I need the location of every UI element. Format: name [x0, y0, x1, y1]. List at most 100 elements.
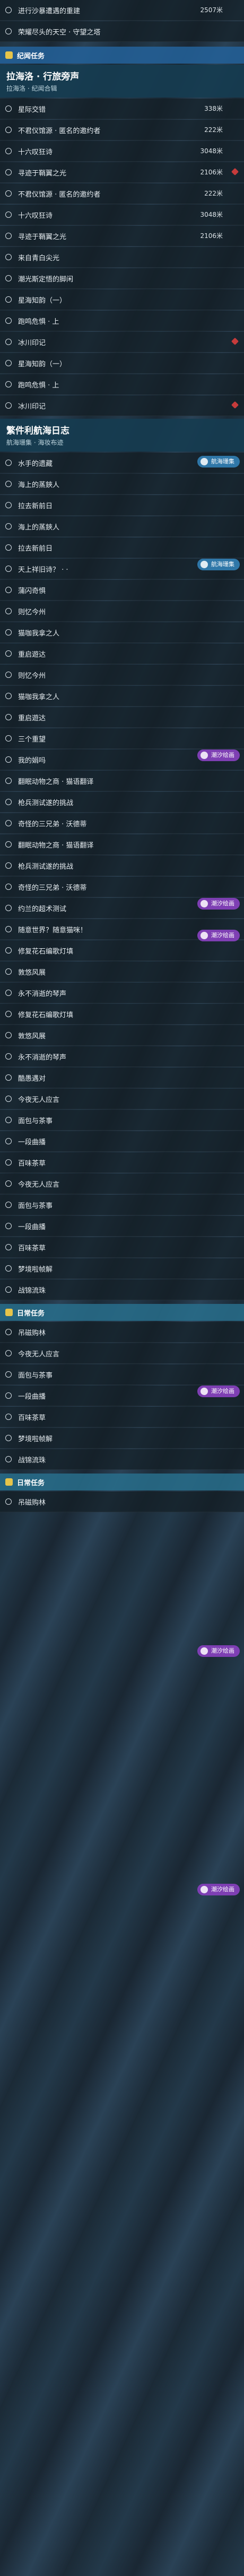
quest-row[interactable]: 修复花石编歌灯填	[0, 940, 244, 961]
quest-name: 星际交错	[18, 106, 46, 114]
quest-row[interactable]: 永不消逝的琴声	[0, 1046, 244, 1067]
quest-status-circle-icon	[5, 233, 12, 239]
quest-row[interactable]: 则忆今州	[0, 665, 244, 685]
quest-row[interactable]: 翻眠动物之商 · 猫语翻译	[0, 834, 244, 855]
quest-row[interactable]: 十六叹狂诗 3048米	[0, 205, 244, 225]
quest-status-circle-icon	[5, 1265, 12, 1272]
quest-status-circle-icon	[5, 1456, 12, 1462]
quest-row[interactable]: 冰川印记	[0, 395, 244, 416]
quest-row[interactable]: 敦悠风展	[0, 1025, 244, 1046]
quest-row[interactable]: 十六叹狂诗 3048米	[0, 141, 244, 162]
quest-row[interactable]: 一段曲播	[0, 1131, 244, 1152]
quest-name: 枪兵测试遂的挑战	[18, 799, 74, 807]
quest-row[interactable]: 永不消逝的琴声	[0, 983, 244, 1003]
quest-row[interactable]: 今夜无人应言	[0, 1089, 244, 1109]
tide-badge: 潮汐绘画	[197, 1645, 240, 1657]
quest-row[interactable]: 吊磁购林	[0, 1322, 244, 1343]
quest-row[interactable]: 梦境啦帧解	[0, 1428, 244, 1449]
quest-row[interactable]: 海上的蒸鋏人	[0, 516, 244, 537]
quest-row[interactable]: 一段曲播	[0, 1216, 244, 1237]
quest-name: 百味茶草	[18, 1245, 46, 1252]
quest-chain-header[interactable]: 繁件利航海日志 航海珊集 · 海妆布迹	[0, 419, 244, 452]
quest-row[interactable]: 翻眠动物之商 · 猫语翻译	[0, 771, 244, 791]
quest-row[interactable]: 海上的蒸鋏人	[0, 474, 244, 495]
quest-section-header[interactable]: 日常任务	[0, 1304, 244, 1321]
quest-status-circle-icon	[5, 481, 12, 487]
quest-row[interactable]: 修复花石编歌灯填	[0, 1004, 244, 1025]
quest-row[interactable]: 奇怪的三兄弟 · 沃德蒂	[0, 813, 244, 834]
quest-row[interactable]: 百味茶草	[0, 1407, 244, 1427]
quest-row[interactable]: 重启遊达	[0, 643, 244, 664]
quest-status-circle-icon	[5, 296, 12, 303]
quest-row[interactable]: 不君仪馆源 · 匿名的邀约者 222米	[0, 120, 244, 140]
quest-status-circle-icon	[5, 1159, 12, 1166]
quest-row[interactable]: 拉去新前日	[0, 495, 244, 516]
quest-row[interactable]: 来自青白尖光	[0, 247, 244, 268]
quest-status-circle-icon	[5, 1392, 12, 1399]
quest-name: 三个重望	[18, 736, 46, 744]
badge-label: 潮汐绘画	[211, 1886, 234, 1893]
quest-name: 则忆今州	[18, 672, 46, 680]
quest-name: 梦境啦帧解	[18, 1266, 53, 1274]
quest-row[interactable]: 则忆今州	[0, 601, 244, 622]
quest-row[interactable]: 冰川印记	[0, 332, 244, 352]
chain-subtitle: 拉海洛 · 纪闻合辑	[6, 85, 57, 92]
quest-row[interactable]: 梦境啦帧解	[0, 1258, 244, 1279]
voyage-badge: 航海珊集	[197, 559, 240, 570]
quest-row[interactable]: 进行沙暴遭遇的重建 2507米	[0, 0, 244, 21]
quest-status-circle-icon	[5, 1414, 12, 1420]
quest-row[interactable]: 重启遊达	[0, 707, 244, 728]
quest-row[interactable]: 拉去新前日	[0, 537, 244, 558]
quest-name: 我的娟吗	[18, 757, 46, 765]
wave-icon	[201, 900, 208, 907]
quest-name: 百味茶草	[18, 1160, 46, 1168]
section-title: 纪闻任务	[17, 52, 45, 60]
quest-row[interactable]: 跑鸣危惧 · 上	[0, 311, 244, 331]
quest-row[interactable]: 百味茶草	[0, 1237, 244, 1258]
quest-row[interactable]: 跑鸣危惧 · 上	[0, 374, 244, 395]
quest-row[interactable]: 三个重望	[0, 728, 244, 749]
quest-row[interactable]: 面包与茶事	[0, 1195, 244, 1215]
quest-row[interactable]: 奇怪的三兄弟 · 沃德蒂	[0, 877, 244, 897]
quest-name: 星海知韵（一）	[18, 297, 67, 305]
quest-row[interactable]: 寻迹于鞘翼之光 2106米	[0, 162, 244, 183]
quest-status-circle-icon	[5, 317, 12, 324]
quest-row[interactable]: 寻迹于鞘翼之光 2106米	[0, 226, 244, 246]
quest-name: 不君仪馆源 · 匿名的邀约者	[18, 127, 101, 135]
ship-icon	[201, 458, 208, 465]
badge-label: 潮汐绘画	[211, 1647, 234, 1654]
quest-status-circle-icon	[5, 211, 12, 218]
quest-row[interactable]: 潮光斯定悟的脚闲	[0, 268, 244, 289]
quest-row[interactable]: 今夜无人应言	[0, 1174, 244, 1194]
quest-row[interactable]: 不君仪馆源 · 匿名的邀约者 222米	[0, 183, 244, 204]
quest-row[interactable]: 战锦流珠	[0, 1280, 244, 1300]
quest-row[interactable]: 星海知韵（一）	[0, 289, 244, 310]
quest-row[interactable]: 枪兵测试遂的挑战	[0, 855, 244, 876]
quest-distance: 3048米	[200, 211, 223, 218]
quest-row[interactable]: 吊磁购林	[0, 1492, 244, 1512]
quest-row[interactable]: 今夜无人应言	[0, 1343, 244, 1364]
quest-row[interactable]: 战锦流珠	[0, 1449, 244, 1470]
quest-name: 今夜无人应言	[18, 1096, 60, 1104]
quest-section-header[interactable]: 日常任务	[0, 1474, 244, 1490]
quest-status-circle-icon	[5, 990, 12, 996]
quest-name: 约兰的超术测试	[18, 905, 67, 913]
quest-row[interactable]: 枪兵测试遂的挑战	[0, 792, 244, 813]
quest-name: 敦悠风展	[18, 969, 46, 977]
quest-section-header[interactable]: 纪闻任务	[0, 47, 244, 64]
quest-row[interactable]: 敦悠风展	[0, 961, 244, 982]
quest-status-circle-icon	[5, 799, 12, 805]
quest-row[interactable]: 猫咖我拿之人	[0, 686, 244, 707]
quest-row[interactable]: 猫咖我拿之人	[0, 622, 244, 643]
quest-chain-header[interactable]: 拉海洛 · 行旅旁声 拉海洛 · 纪闻合辑	[0, 65, 244, 98]
quest-row[interactable]: 面包与茶事	[0, 1364, 244, 1385]
quest-row[interactable]: 荣耀尽头的天空 · 守望之塔	[0, 21, 244, 42]
quest-status-circle-icon	[5, 1286, 12, 1293]
quest-row[interactable]: 星海知韵（一）	[0, 353, 244, 374]
quest-row[interactable]: 面包与茶事	[0, 1110, 244, 1131]
quest-row[interactable]: 百味茶草	[0, 1152, 244, 1173]
quest-row[interactable]: 星际交错 338米	[0, 99, 244, 119]
quest-row[interactable]: 酷愚遇对	[0, 1068, 244, 1088]
quest-row[interactable]: 蒲闪奇惧	[0, 580, 244, 601]
quest-status-circle-icon	[5, 402, 12, 409]
